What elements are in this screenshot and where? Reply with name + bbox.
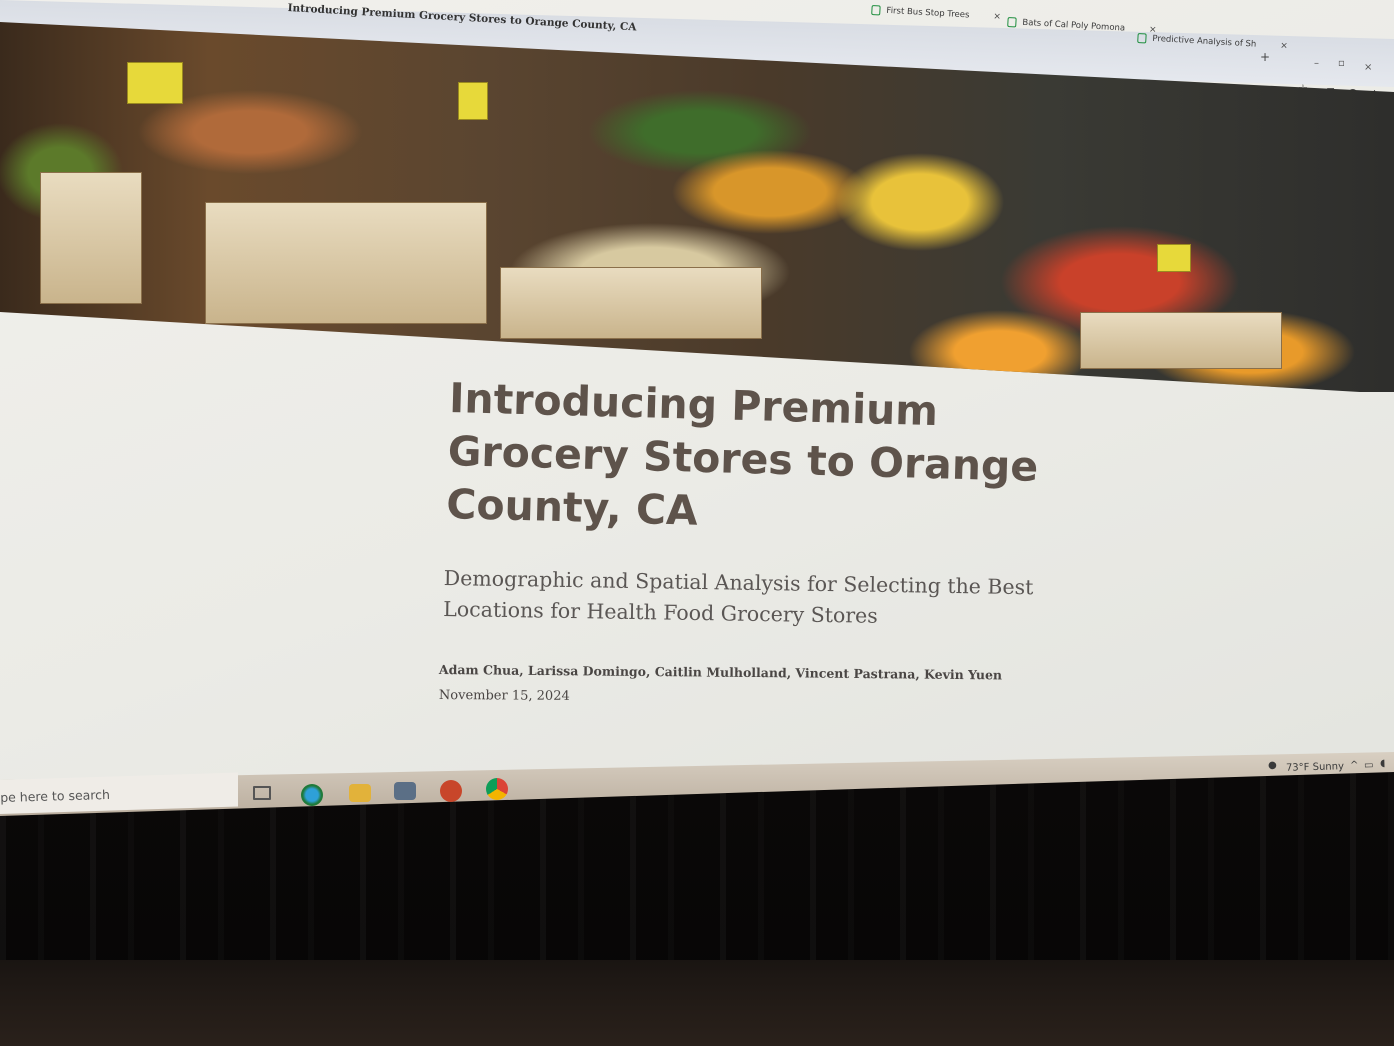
projection-screen: Introducing Premium Grocery Stores to Or… xyxy=(0,0,1394,815)
edge-icon[interactable] xyxy=(301,784,323,806)
weather-status[interactable]: 73°F Sunny xyxy=(1286,761,1344,774)
stage-floor xyxy=(0,960,1394,1046)
close-icon[interactable]: × xyxy=(1280,41,1288,51)
maximize-button[interactable]: ▫ xyxy=(1338,58,1345,69)
slide-title: Introducing Premium Grocery Stores to Or… xyxy=(445,373,1039,535)
powerpoint-icon[interactable] xyxy=(440,780,462,802)
sale-sign xyxy=(127,62,183,104)
volume-icon[interactable]: ◖ xyxy=(1380,758,1386,769)
tab-label: Predictive Analysis of Sh xyxy=(1152,33,1257,50)
tab-label: First Bus Stop Trees xyxy=(886,5,970,21)
slide-authors: Adam Chua, Larissa Domingo, Caitlin Mulh… xyxy=(438,662,1003,683)
close-window-button[interactable]: × xyxy=(1364,62,1372,73)
tab-first-bus-stop-trees[interactable]: First Bus Stop Trees × xyxy=(871,0,1002,27)
file-explorer-icon[interactable] xyxy=(349,784,371,802)
produce-crate xyxy=(205,202,487,324)
new-tab-button[interactable]: + xyxy=(1260,50,1270,64)
produce-crate xyxy=(500,267,762,339)
sheets-icon xyxy=(1007,16,1017,28)
slide-date: November 15, 2024 xyxy=(438,688,570,704)
produce-crate xyxy=(1080,312,1282,369)
sale-sign xyxy=(1157,244,1191,272)
close-icon[interactable]: × xyxy=(993,12,1001,22)
store-icon[interactable] xyxy=(394,782,416,800)
minimize-button[interactable]: – xyxy=(1314,58,1319,69)
produce-crate xyxy=(40,172,142,304)
tray-chevron-icon[interactable]: ^ xyxy=(1350,760,1359,771)
network-icon[interactable]: ▭ xyxy=(1364,760,1374,771)
sheets-icon xyxy=(871,4,881,16)
taskbar-search-placeholder: pe here to search xyxy=(0,786,111,805)
sale-sign xyxy=(458,82,488,120)
sheets-icon xyxy=(1137,32,1147,44)
chrome-icon[interactable] xyxy=(486,778,508,800)
weather-icon[interactable]: ● xyxy=(1268,760,1277,771)
tab-label: Bats of Cal Poly Pomona xyxy=(1022,17,1126,34)
slide-subtitle: Demographic and Spatial Analysis for Sel… xyxy=(443,565,1034,628)
task-view-icon[interactable] xyxy=(253,786,271,800)
